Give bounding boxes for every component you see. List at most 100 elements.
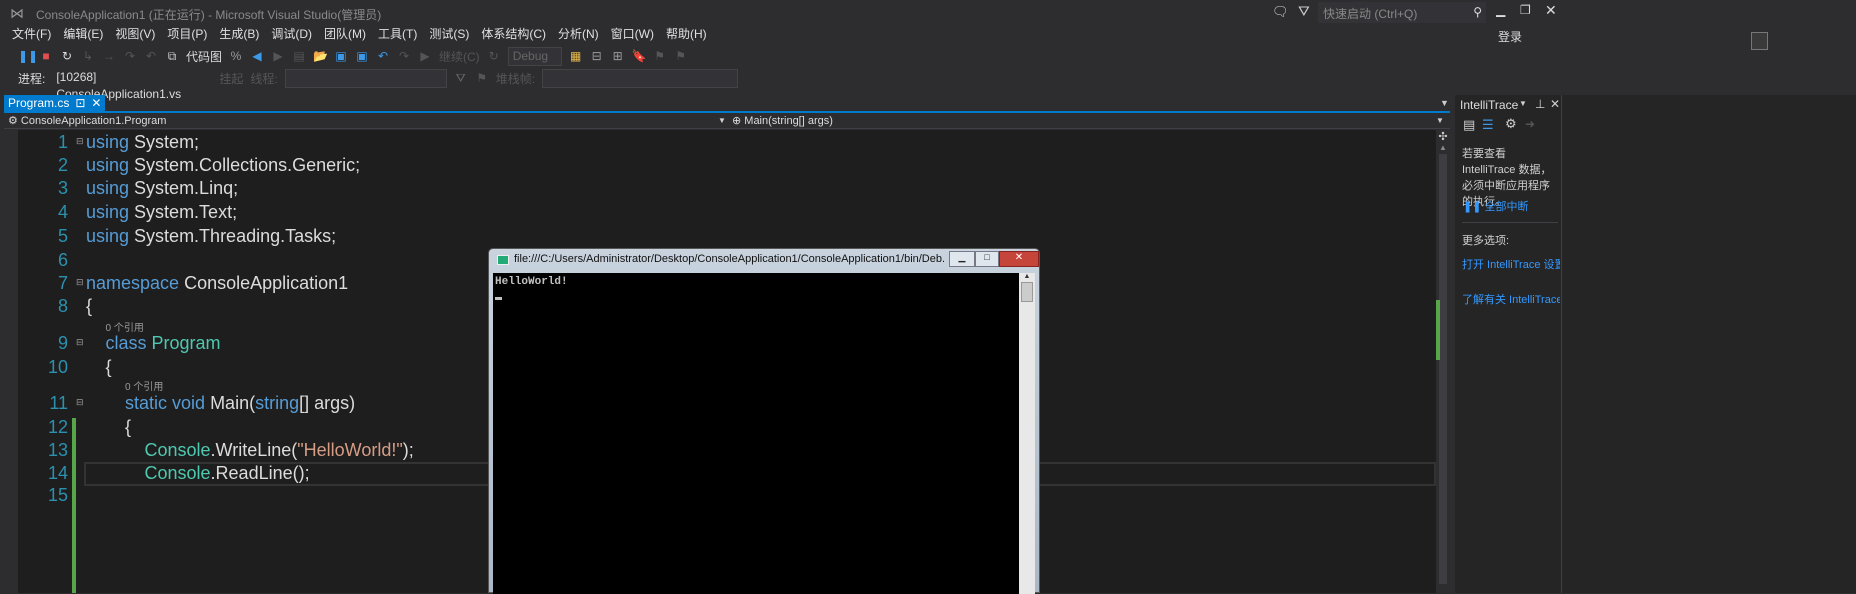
open-file-icon[interactable]: 📂 <box>313 49 328 63</box>
redo-icon[interactable]: ↷ <box>397 49 411 63</box>
next-bookmark-icon[interactable]: ⚑ <box>674 49 688 63</box>
fold-icon[interactable]: ⊟ <box>76 277 84 288</box>
menu-debug[interactable]: 调试(D) <box>265 26 318 42</box>
class-dropdown[interactable]: ⚙ ConsoleApplication1.Program <box>8 113 728 129</box>
menu-team[interactable]: 团队(M) <box>318 26 372 42</box>
undo-icon[interactable]: ↶ <box>376 49 390 63</box>
pause-icon[interactable]: ❚❚ <box>18 49 38 63</box>
scroll-thumb[interactable] <box>1439 154 1447 584</box>
console-close-button[interactable]: ✕ <box>999 251 1039 267</box>
prev-bookmark-icon[interactable]: ⚑ <box>653 49 667 63</box>
code-line[interactable]: Console.ReadLine(); <box>145 463 310 484</box>
settings-icon[interactable]: ⚙ <box>1505 116 1517 132</box>
menu-view[interactable]: 视图(V) <box>109 26 161 42</box>
code-map-button[interactable]: 代码图 <box>186 48 222 65</box>
menu-help[interactable]: 帮助(H) <box>660 26 713 42</box>
fold-icon[interactable]: ⊟ <box>76 337 84 348</box>
code-line[interactable]: using System.Threading.Tasks; <box>86 226 336 247</box>
forward-icon[interactable]: ➜ <box>1525 117 1535 131</box>
save-icon[interactable]: ▣ <box>334 49 348 63</box>
scroll-up-icon[interactable]: ▲ <box>1436 143 1450 152</box>
member-dropdown-arrow[interactable]: ▼ <box>1436 113 1444 129</box>
fold-icon[interactable]: ⊟ <box>76 397 84 408</box>
save-all-icon[interactable]: ▣ <box>355 49 369 63</box>
code-line[interactable]: { <box>86 296 92 317</box>
feedback-icon[interactable]: ⛛ <box>1298 3 1310 20</box>
menu-tools[interactable]: 工具(T) <box>372 26 423 42</box>
code-line[interactable]: { <box>106 357 112 378</box>
restart-icon[interactable]: ↻ <box>60 49 74 63</box>
code-line[interactable]: using System; <box>86 132 199 153</box>
console-window[interactable]: file:///C:/Users/Administrator/Desktop/C… <box>488 248 1040 594</box>
format-icon[interactable]: % <box>229 49 243 63</box>
restore-button[interactable]: ❐ <box>1520 3 1531 17</box>
console-output[interactable]: HelloWorld! <box>493 273 1019 594</box>
find-icon[interactable]: ▦ <box>569 49 583 63</box>
refresh-icon[interactable]: ↻ <box>487 49 501 63</box>
editor-scrollbar[interactable]: ✣ ▲ <box>1436 130 1450 593</box>
code-line[interactable]: using System.Text; <box>86 202 237 223</box>
bookmark-icon[interactable]: 🔖 <box>632 49 647 63</box>
code-map-icon[interactable]: ⧉ <box>165 49 179 63</box>
uncomment-icon[interactable]: ⊞ <box>611 49 625 63</box>
fold-icon[interactable]: ⊟ <box>76 136 84 147</box>
show-next-statement-icon[interactable]: ↳ <box>81 49 95 63</box>
code-line[interactable]: Console.WriteLine("HelloWorld!"); <box>145 440 414 461</box>
close-tab-icon[interactable]: ✕ <box>91 95 101 112</box>
play-icon[interactable]: ▶ <box>418 49 432 63</box>
login-link[interactable]: 登录 <box>1498 28 1522 45</box>
code-line[interactable]: class Program <box>106 333 221 354</box>
menu-project[interactable]: 项目(P) <box>161 26 213 42</box>
continue-button[interactable]: 继续(C) <box>439 48 480 65</box>
close-button[interactable]: ✕ <box>1545 2 1557 19</box>
tab-program-cs[interactable]: Program.cs ⊡ ✕ <box>4 95 106 112</box>
step-over-icon[interactable]: ↷ <box>123 49 137 63</box>
learn-more-link[interactable]: 了解有关 IntelliTrace <box>1462 291 1560 307</box>
menu-edit[interactable]: 编辑(E) <box>57 26 109 42</box>
code-line[interactable]: { <box>125 417 131 438</box>
pin-icon[interactable]: ⊡ <box>75 95 85 112</box>
codelens-references[interactable]: 0 个引用 <box>125 378 163 393</box>
panel-close-icon[interactable]: ✕ <box>1550 97 1560 111</box>
notifications-icon[interactable]: 🗨 <box>1272 4 1289 20</box>
suspend-button[interactable]: 挂起 <box>219 70 243 87</box>
code-line[interactable]: static void Main(string[] args) <box>125 393 355 414</box>
stop-icon[interactable]: ■ <box>39 49 53 63</box>
menu-analyze[interactable]: 分析(N) <box>552 26 605 42</box>
stack-frame-select[interactable] <box>542 68 739 88</box>
solution-config-select[interactable]: Debug <box>507 46 562 66</box>
step-out-icon[interactable]: ↶ <box>144 49 158 63</box>
code-line[interactable]: using System.Linq; <box>86 178 238 199</box>
flag-icon[interactable]: ⚑ <box>475 71 489 85</box>
break-all-link[interactable]: ❚❚ 全部中断 <box>1463 198 1529 214</box>
open-settings-link[interactable]: 打开 IntelliTrace 设置 <box>1462 256 1560 272</box>
calls-view-icon[interactable]: ☰ <box>1482 117 1494 133</box>
console-minimize-button[interactable]: ▁ <box>949 251 975 267</box>
menu-build[interactable]: 生成(B) <box>213 26 265 42</box>
back-icon[interactable]: ◀ <box>250 49 264 63</box>
console-maximize-button[interactable]: □ <box>975 251 999 267</box>
menu-test[interactable]: 测试(S) <box>423 26 475 42</box>
console-scroll-thumb[interactable] <box>1021 282 1033 302</box>
panel-pin-icon[interactable]: ⊥ <box>1535 97 1545 111</box>
process-select[interactable]: [10268] ConsoleApplication1.vs <box>52 69 212 101</box>
step-into-icon[interactable]: → <box>102 49 116 63</box>
menu-window[interactable]: 窗口(W) <box>605 26 660 42</box>
panel-menu-icon[interactable]: ▼ <box>1519 99 1527 108</box>
codelens-references[interactable]: 0 个引用 <box>106 319 144 334</box>
minimize-button[interactable]: ▁ <box>1496 3 1505 17</box>
tab-overflow-icon[interactable]: ▼ <box>1440 98 1449 108</box>
events-view-icon[interactable]: ▤ <box>1463 117 1475 133</box>
class-dropdown-arrow[interactable]: ▼ <box>718 113 726 129</box>
console-scroll-up-icon[interactable]: ▲ <box>1019 273 1035 280</box>
member-dropdown[interactable]: ⊕ Main(string[] args) <box>732 113 833 129</box>
code-line[interactable]: namespace ConsoleApplication1 <box>86 273 348 294</box>
console-scrollbar[interactable]: ▲ <box>1019 273 1035 594</box>
split-icon[interactable]: ✣ <box>1436 130 1450 143</box>
forward-icon[interactable]: ▶ <box>271 49 285 63</box>
menu-file[interactable]: 文件(F) <box>6 26 57 42</box>
new-item-icon[interactable]: ▤ <box>292 49 306 63</box>
filter-icon[interactable]: ⛛ <box>454 71 468 85</box>
account-icon[interactable] <box>1751 32 1768 50</box>
quick-launch-input[interactable]: 快速启动 (Ctrl+Q) ⚲ <box>1318 2 1486 23</box>
